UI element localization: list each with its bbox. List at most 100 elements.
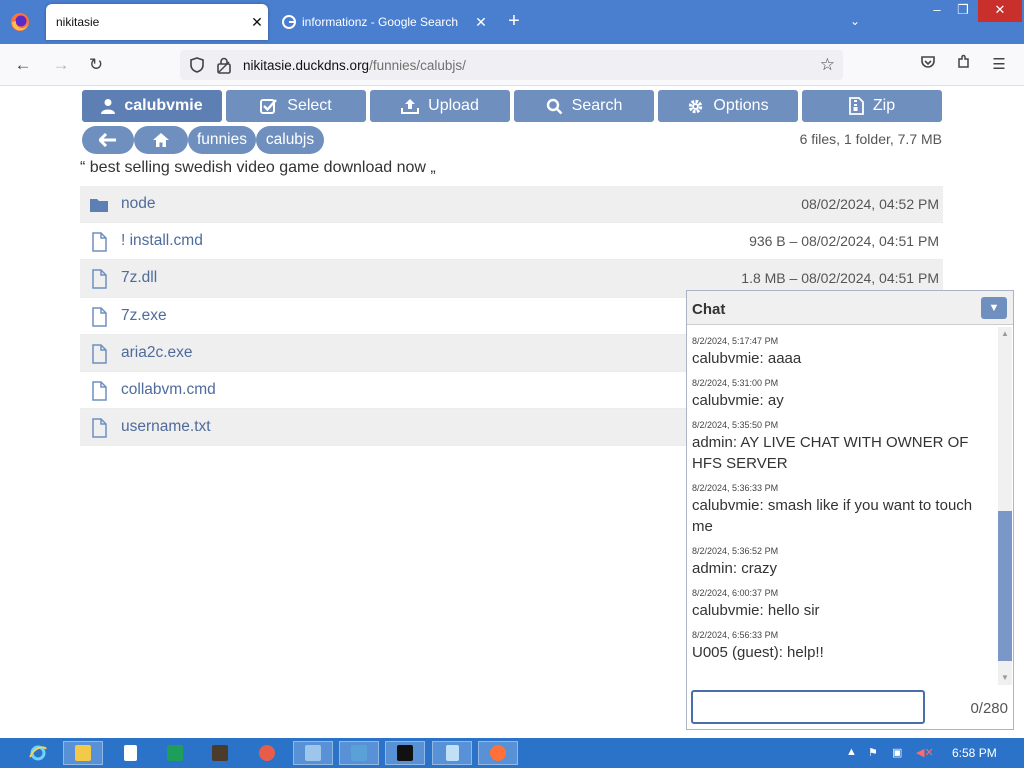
scroll-down-icon[interactable]: ▼: [998, 671, 1012, 685]
file-name[interactable]: aria2c.exe: [121, 344, 193, 362]
zip-button[interactable]: Zip: [802, 90, 942, 122]
file-name[interactable]: ! install.cmd: [121, 232, 203, 250]
extensions-icon[interactable]: [953, 54, 975, 76]
command-prompt-icon[interactable]: [385, 741, 425, 765]
message-text: admin: crazy: [692, 560, 778, 577]
tab-title: nikitasie: [56, 15, 100, 29]
firefox-taskbar-icon[interactable]: [478, 741, 518, 765]
file-icon: [92, 418, 107, 438]
network-icon[interactable]: ▣: [892, 746, 902, 759]
message-timestamp: 8/2/2024, 6:56:33 PM: [692, 630, 779, 640]
firefox-icon: [490, 745, 506, 761]
back-arrow-icon[interactable]: ←: [12, 54, 34, 76]
triangle-down-icon: ▼: [988, 302, 1000, 314]
tab-google-search[interactable]: informationz - Google Search ✕: [272, 4, 492, 40]
lock-icon[interactable]: [216, 56, 232, 74]
breadcrumb-item-funnies[interactable]: funnies: [188, 126, 256, 154]
file-icon: [92, 232, 107, 252]
navigation-bar: ← → ↻ nikitasie.duckdns.org/funnies/calu…: [0, 44, 1024, 86]
checkbox-icon: [260, 99, 278, 114]
chat-header[interactable]: Chat ▼: [687, 291, 1013, 325]
chat-input[interactable]: [691, 690, 925, 724]
home-icon: [153, 133, 169, 147]
notepad-window-icon[interactable]: [432, 741, 472, 765]
package-icon[interactable]: [200, 741, 240, 765]
message-text: admin: AY LIVE CHAT WITH OWNER OF HFS SE…: [692, 434, 969, 472]
url-text[interactable]: nikitasie.duckdns.org/funnies/calubjs/: [243, 58, 466, 73]
scroll-up-icon[interactable]: ▲: [998, 327, 1012, 341]
search-button[interactable]: Search: [514, 90, 654, 122]
chat-message: 8/2/2024, 5:36:33 PM calubvmie: smash li…: [692, 483, 997, 537]
file-name[interactable]: node: [121, 195, 155, 213]
user-button-label: calubvmie: [124, 97, 203, 114]
file-name[interactable]: collabvm.cmd: [121, 381, 216, 399]
user-icon: [101, 99, 116, 114]
back-button[interactable]: [82, 126, 134, 154]
file-info: 1.8 MB – 08/02/2024, 04:51 PM: [741, 270, 939, 287]
chat-scrollbar[interactable]: ▲ ▼: [998, 327, 1012, 685]
bookmark-star-icon[interactable]: ☆: [820, 55, 835, 75]
message-timestamp: 8/2/2024, 5:36:52 PM: [692, 546, 779, 556]
message-timestamp: 8/2/2024, 5:31:00 PM: [692, 378, 779, 388]
folder-comment: “ best selling swedish video game downlo…: [80, 159, 436, 176]
zip-file-icon: [848, 97, 864, 115]
clock[interactable]: 6:58 PM: [952, 746, 997, 760]
file-name[interactable]: username.txt: [121, 418, 211, 436]
tray-expand-icon[interactable]: ▲: [846, 746, 857, 758]
chart-icon: [305, 745, 321, 761]
reload-icon[interactable]: ↻: [85, 54, 107, 76]
home-button[interactable]: [134, 126, 188, 154]
chevron-down-icon[interactable]: ⌄: [850, 14, 860, 28]
flag-icon[interactable]: ⚑: [868, 746, 878, 759]
tab-nikitasie[interactable]: nikitasie ✕: [46, 4, 268, 40]
volume-muted-icon[interactable]: ◀✕: [916, 746, 934, 759]
breadcrumb-item-calubjs[interactable]: calubjs: [256, 126, 324, 154]
message-text: calubvmie: ay: [692, 392, 784, 409]
list-item[interactable]: node 08/02/2024, 04:52 PM: [80, 186, 943, 224]
window-close-icon[interactable]: ✕: [978, 0, 1022, 22]
file-name[interactable]: 7z.dll: [121, 269, 157, 287]
collapse-chat-button[interactable]: ▼: [981, 297, 1007, 319]
close-tab-icon[interactable]: ✕: [470, 14, 492, 31]
hamburger-menu-icon[interactable]: ☰: [988, 54, 1010, 76]
console-icon: [397, 745, 413, 761]
chat-message: 8/2/2024, 5:36:52 PM admin: crazy: [692, 546, 997, 579]
terminal-app-icon[interactable]: [155, 741, 195, 765]
pocket-icon[interactable]: [917, 54, 939, 76]
restore-icon[interactable]: ❐: [948, 0, 978, 22]
scrollbar-thumb[interactable]: [998, 511, 1012, 661]
file-name[interactable]: 7z.exe: [121, 307, 167, 325]
new-tab-icon[interactable]: +: [504, 10, 524, 33]
chat-message: 8/2/2024, 5:35:50 PM admin: AY LIVE CHAT…: [692, 420, 997, 474]
options-button[interactable]: Options: [658, 90, 798, 122]
chat-message: 8/2/2024, 5:31:00 PM calubvmie: ay: [692, 378, 997, 411]
firefox-icon[interactable]: [10, 12, 30, 32]
list-item[interactable]: ! install.cmd 936 B – 08/02/2024, 04:51 …: [80, 223, 943, 261]
folder-summary: 6 files, 1 folder, 7.7 MB: [799, 131, 942, 147]
url-path: /funnies/calubjs/: [369, 58, 466, 73]
forward-arrow-icon[interactable]: →: [50, 54, 72, 76]
upload-button[interactable]: Upload: [370, 90, 510, 122]
chat-message: 8/2/2024, 5:17:47 PM calubvmie: aaaa: [692, 336, 997, 369]
user-button[interactable]: calubvmie: [82, 90, 222, 122]
box-icon: [212, 745, 228, 761]
ie-icon[interactable]: [18, 741, 58, 765]
search-icon: [546, 98, 563, 114]
shield-icon[interactable]: [188, 56, 206, 74]
file-explorer-icon[interactable]: [63, 741, 103, 765]
gear-icon: [689, 99, 703, 113]
notepad-icon[interactable]: [110, 741, 150, 765]
disk-utility-icon[interactable]: [247, 741, 287, 765]
select-button[interactable]: Select: [226, 90, 366, 122]
close-tab-icon[interactable]: ✕: [246, 14, 268, 31]
chat-messages: 8/2/2024, 5:17:47 PM calubvmie: aaaa 8/2…: [687, 327, 997, 685]
resource-monitor-icon[interactable]: [293, 741, 333, 765]
file-info: 936 B – 08/02/2024, 04:51 PM: [749, 233, 939, 250]
document-icon: [123, 745, 137, 761]
file-icon: [92, 269, 107, 290]
disc-icon: [259, 745, 275, 761]
message-timestamp: 8/2/2024, 5:35:50 PM: [692, 420, 779, 430]
address-bar[interactable]: nikitasie.duckdns.org/funnies/calubjs/ ☆: [180, 50, 843, 80]
tool-app-icon[interactable]: [339, 741, 379, 765]
chat-char-counter: 0/280: [970, 700, 1008, 717]
